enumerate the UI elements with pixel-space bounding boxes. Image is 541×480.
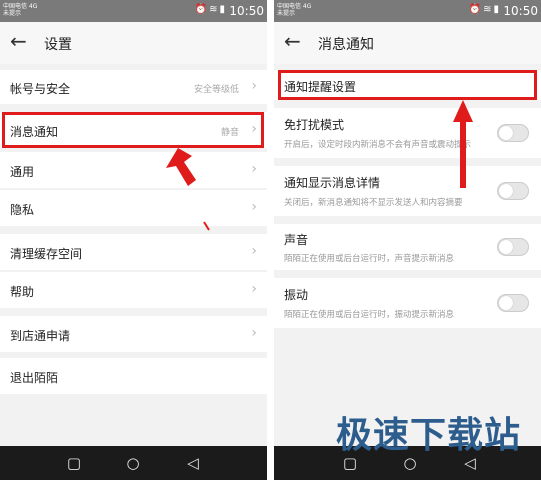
circle-icon[interactable]: ○ — [125, 455, 141, 471]
divider — [267, 0, 274, 480]
triangle-back-icon[interactable]: ◁ — [185, 455, 201, 471]
red-mark — [203, 221, 210, 231]
settings-screen: 中国电信 4G 未提示 ⏰≋▮ 10:50 ← 设置 帐号与安全 安全等级低 ›… — [0, 0, 267, 480]
red-arrow-icon — [453, 100, 473, 188]
navigation-bar: ▢ ○ ◁ — [0, 446, 267, 480]
watermark-text: 极速下载站 — [335, 415, 521, 456]
red-arrow-icon — [166, 148, 196, 186]
square-icon[interactable]: ▢ — [66, 455, 82, 471]
arrow-annotation — [166, 148, 210, 231]
